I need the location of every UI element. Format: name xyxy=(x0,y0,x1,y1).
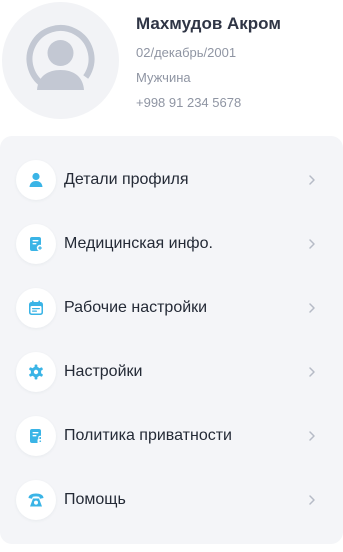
avatar[interactable] xyxy=(2,2,119,119)
menu-icon-container xyxy=(16,352,56,392)
chevron-right-icon xyxy=(309,175,315,185)
chevron-right-icon xyxy=(309,495,315,505)
chevron-right-icon xyxy=(309,367,315,377)
menu-card: Детали профиля Медицинская инфо. Рабочие… xyxy=(0,136,343,544)
menu-icon-container xyxy=(16,224,56,264)
profile-birthdate: 02/декабрь/2001 xyxy=(136,45,237,60)
menu-item-label: Медицинская инфо. xyxy=(64,235,213,252)
menu-item-medical-info[interactable]: Медицинская инфо. xyxy=(0,220,343,268)
menu-item-settings[interactable]: Настройки xyxy=(0,348,343,396)
chevron-right-icon xyxy=(309,303,315,313)
calendar-icon xyxy=(29,300,43,315)
phone-icon xyxy=(28,493,44,507)
document-lock-icon xyxy=(30,429,43,444)
menu-item-label: Политика приватности xyxy=(64,427,232,444)
menu-item-profile-details[interactable]: Детали профиля xyxy=(0,156,343,204)
menu-item-label: Настройки xyxy=(64,363,143,380)
user-icon xyxy=(29,172,43,187)
menu-item-label: Рабочие настройки xyxy=(64,299,208,316)
gear-icon xyxy=(29,364,43,380)
menu-item-privacy-policy[interactable]: Политика приватности xyxy=(0,412,343,460)
menu-icon-container xyxy=(16,160,56,200)
medical-record-icon xyxy=(30,237,44,252)
profile-info: Махмудов Акром 02/декабрь/2001 Мужчина +… xyxy=(136,12,281,111)
profile-phone: +998 91 234 5678 xyxy=(136,95,242,110)
profile-gender: Мужчина xyxy=(136,70,191,85)
menu-icon-container xyxy=(16,416,56,456)
profile-name: Махмудов Акром xyxy=(136,14,281,33)
menu-icon-container xyxy=(16,288,56,328)
menu-icon-container xyxy=(16,480,56,520)
menu-item-label: Детали профиля xyxy=(64,171,189,188)
profile-header: Махмудов Акром 02/декабрь/2001 Мужчина +… xyxy=(0,0,343,125)
menu-item-help[interactable]: Помощь xyxy=(0,476,343,524)
menu-item-label: Помощь xyxy=(64,491,126,508)
chevron-right-icon xyxy=(309,431,315,441)
menu-item-work-settings[interactable]: Рабочие настройки xyxy=(0,284,343,332)
chevron-right-icon xyxy=(309,239,315,249)
user-placeholder-icon xyxy=(26,24,95,93)
